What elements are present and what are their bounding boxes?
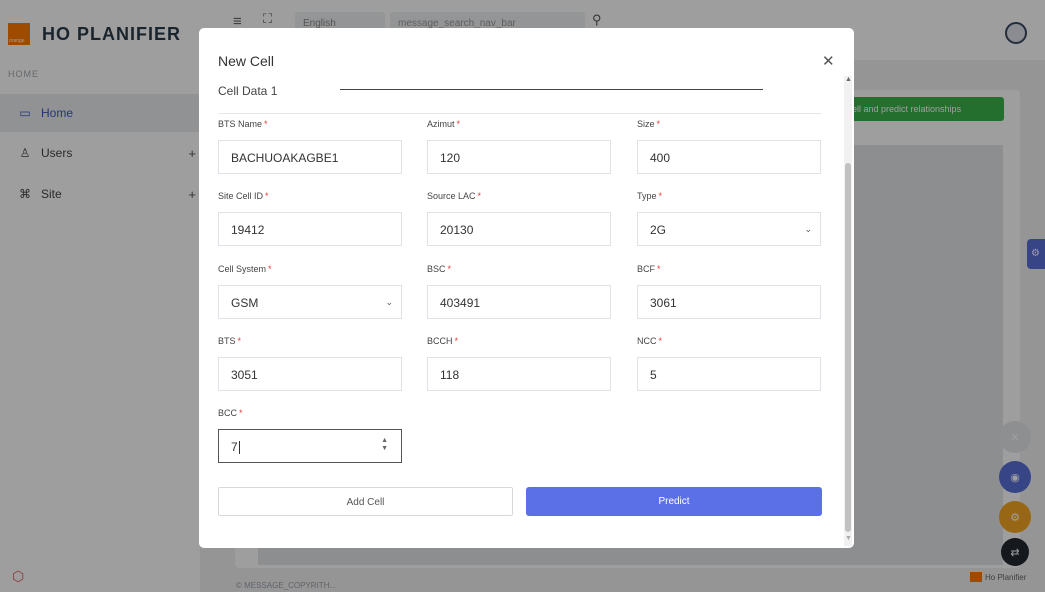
required-mark: * bbox=[657, 264, 661, 274]
size-label: Size * bbox=[637, 119, 660, 129]
bcf-label: BCF * bbox=[637, 264, 661, 274]
scrollbar-thumb[interactable] bbox=[845, 163, 851, 532]
label-text: BCCH bbox=[427, 336, 453, 346]
required-mark: * bbox=[477, 191, 482, 201]
bsc-input[interactable]: 403491 bbox=[427, 285, 611, 319]
site-cell-id-label: Site Cell ID * bbox=[218, 191, 269, 201]
ncc-input[interactable]: 5 bbox=[637, 357, 821, 391]
scroll-down-icon[interactable]: ▼ bbox=[845, 535, 852, 542]
section-separator bbox=[218, 113, 821, 114]
label-text: BCF bbox=[637, 264, 655, 274]
label-text: Size bbox=[637, 119, 655, 129]
cell-system-label: Cell System * bbox=[218, 264, 272, 274]
site-cell-id-input[interactable]: 19412 bbox=[218, 212, 402, 246]
required-mark: * bbox=[456, 119, 461, 129]
label-text: Source LAC bbox=[427, 191, 476, 201]
size-input[interactable]: 400 bbox=[637, 140, 821, 174]
label-text: Azimut bbox=[427, 119, 455, 129]
number-value: 7 bbox=[231, 440, 238, 454]
add-cell-button[interactable]: Add Cell bbox=[218, 487, 513, 516]
bcc-number-input[interactable]: 7 ▲ ▼ bbox=[218, 429, 402, 463]
select-value: GSM bbox=[231, 296, 259, 310]
required-mark: * bbox=[265, 191, 269, 201]
section-divider bbox=[340, 89, 763, 90]
source-lac-input[interactable]: 20130 bbox=[427, 212, 611, 246]
required-mark: * bbox=[264, 119, 268, 129]
required-mark: * bbox=[658, 191, 663, 201]
label-text: Type bbox=[637, 191, 657, 201]
required-mark: * bbox=[237, 336, 242, 346]
label-text: NCC bbox=[637, 336, 657, 346]
cell-system-select[interactable]: GSM ⌄ bbox=[218, 285, 402, 319]
required-mark: * bbox=[656, 119, 661, 129]
type-label: Type * bbox=[637, 191, 662, 201]
bcc-label: BCC * bbox=[218, 408, 243, 418]
select-value: 2G bbox=[650, 223, 667, 237]
source-lac-label: Source LAC * bbox=[427, 191, 481, 201]
required-mark: * bbox=[447, 264, 452, 274]
label-text: BTS Name bbox=[218, 119, 263, 129]
label-text: BCC bbox=[218, 408, 238, 418]
section-title: Cell Data 1 bbox=[218, 84, 278, 98]
modal-title: New Cell bbox=[218, 53, 275, 69]
bsc-label: BSC * bbox=[427, 264, 451, 274]
bcch-label: BCCH * bbox=[427, 336, 458, 346]
chevron-down-icon: ⌄ bbox=[804, 224, 812, 234]
required-mark: * bbox=[268, 264, 272, 274]
predict-button[interactable]: Predict bbox=[526, 487, 822, 516]
bts-name-input[interactable]: BACHUOAKAGBE1 bbox=[218, 140, 402, 174]
text-caret bbox=[238, 441, 240, 455]
bts-label: BTS * bbox=[218, 336, 241, 346]
type-select[interactable]: 2G ⌄ bbox=[637, 212, 821, 246]
required-mark: * bbox=[658, 336, 663, 346]
ncc-label: NCC * bbox=[637, 336, 662, 346]
spinner-icon[interactable]: ▲ ▼ bbox=[381, 437, 388, 453]
close-icon[interactable]: ✕ bbox=[822, 52, 835, 70]
chevron-down-icon: ⌄ bbox=[385, 297, 393, 307]
label-text: Cell System bbox=[218, 264, 267, 274]
bts-input[interactable]: 3051 bbox=[218, 357, 402, 391]
required-mark: * bbox=[454, 336, 459, 346]
bcf-input[interactable]: 3061 bbox=[637, 285, 821, 319]
label-text: BTS bbox=[218, 336, 236, 346]
new-cell-modal: New Cell ✕ Cell Data 1 BTS Name * BACHUOA… bbox=[199, 28, 854, 548]
required-mark: * bbox=[239, 408, 243, 418]
azimut-input[interactable]: 120 bbox=[427, 140, 611, 174]
bts-name-label: BTS Name * bbox=[218, 119, 268, 129]
label-text: Site Cell ID bbox=[218, 191, 264, 201]
scroll-up-icon[interactable]: ▲ bbox=[845, 76, 852, 83]
azimut-label: Azimut * bbox=[427, 119, 460, 129]
bcch-input[interactable]: 118 bbox=[427, 357, 611, 391]
label-text: BSC bbox=[427, 264, 446, 274]
